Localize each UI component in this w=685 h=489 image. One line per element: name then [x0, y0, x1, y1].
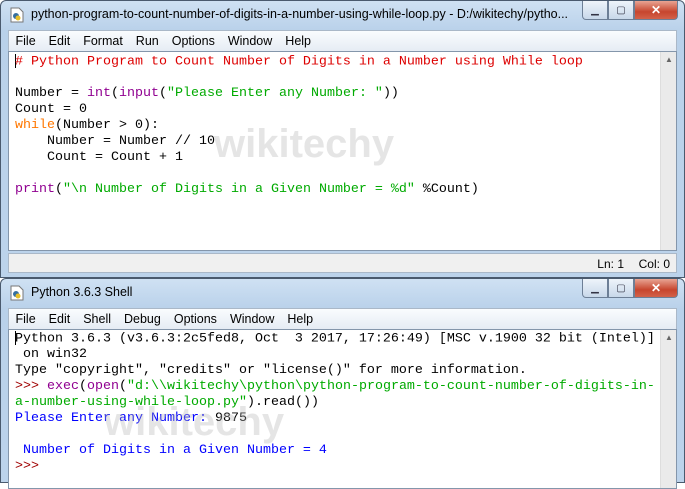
scroll-up-icon[interactable]: ▲	[661, 52, 676, 68]
menu-format[interactable]: Format	[77, 34, 130, 48]
code-token: Python 3.6.3 (v3.6.3:2c5fed8, Oct 3 2017…	[15, 331, 655, 347]
editor-title: python-program-to-count-number-of-digits…	[31, 7, 569, 21]
code-line: Number of Digits in a Given Number = 4	[15, 443, 655, 459]
code-token: (	[158, 86, 167, 101]
menu-shell[interactable]: Shell	[77, 312, 118, 326]
code-token: ))	[382, 86, 399, 101]
status-bar: Ln: 1 Col: 0	[8, 253, 677, 273]
code-token: "Please Enter any Number: "	[166, 86, 383, 101]
code-token: Number = Number // 10	[15, 134, 215, 149]
editor-window: python-program-to-count-number-of-digits…	[0, 0, 685, 278]
column-number: Col: 0	[638, 257, 670, 271]
editor-titlebar[interactable]: python-program-to-count-number-of-digits…	[1, 1, 684, 29]
maximize-button[interactable]: ▢	[608, 279, 634, 298]
menu-run[interactable]: Run	[129, 34, 165, 48]
menu-help[interactable]: Help	[281, 312, 320, 326]
code-line: >>>	[15, 459, 655, 475]
menu-file[interactable]: File	[9, 34, 42, 48]
code-line: Count = 0	[15, 102, 583, 118]
code-token: %Count)	[414, 182, 479, 197]
code-token: (	[119, 379, 127, 394]
scroll-up-icon[interactable]: ▲	[661, 330, 676, 346]
menu-options[interactable]: Options	[165, 34, 221, 48]
code-line: print("\n Number of Digits in a Given Nu…	[15, 182, 583, 198]
shell-text-area[interactable]: Python 3.6.3 (v3.6.3:2c5fed8, Oct 3 2017…	[8, 329, 677, 489]
python-shell-icon	[10, 285, 24, 301]
code-token: Count = Count + 1	[15, 150, 183, 165]
editor-menubar: File Edit Format Run Options Window Help	[8, 30, 677, 51]
menu-file[interactable]: File	[9, 312, 42, 326]
code-token: (	[55, 182, 63, 197]
close-button[interactable]: ✕	[634, 1, 678, 20]
code-line: # Python Program to Count Number of Digi…	[15, 54, 583, 70]
shell-menubar: File Edit Shell Debug Options Window Help	[8, 308, 677, 329]
line-number: Ln: 1	[597, 257, 624, 271]
code-token: "d:\\wikitechy\python\python-program-to-…	[127, 379, 655, 394]
watermark: wikitechy	[104, 400, 285, 444]
code-token: input	[118, 86, 159, 101]
code-token: "\n Number of Digits in a Given Number =…	[63, 182, 415, 197]
code-token: (	[79, 379, 87, 394]
code-token: Number =	[15, 86, 87, 101]
editor-scrollbar[interactable]: ▲	[660, 52, 676, 250]
code-token: print	[15, 182, 55, 197]
code-token: on win32	[15, 347, 87, 362]
minimize-button[interactable]: ▁	[582, 279, 608, 298]
shell-title: Python 3.6.3 Shell	[31, 285, 133, 299]
editor-text-area[interactable]: # Python Program to Count Number of Digi…	[8, 51, 677, 251]
shell-titlebar[interactable]: Python 3.6.3 Shell ▁ ▢ ✕	[1, 279, 684, 307]
code-token: Count = 0	[15, 102, 87, 117]
menu-edit[interactable]: Edit	[42, 312, 77, 326]
code-token: (Number > 0):	[55, 118, 159, 133]
code-line: Type "copyright", "credits" or "license(…	[15, 363, 655, 379]
code-token: Type "copyright", "credits" or "license(…	[15, 363, 527, 378]
code-token: exec	[47, 379, 79, 394]
shell-window: Python 3.6.3 Shell ▁ ▢ ✕ File Edit Shell De…	[0, 278, 685, 489]
code-token: open	[87, 379, 119, 394]
code-line: on win32	[15, 347, 655, 363]
python-file-icon	[10, 7, 24, 23]
code-token: >>>	[15, 379, 47, 394]
code-token: while	[15, 118, 55, 133]
menu-help[interactable]: Help	[279, 34, 318, 48]
code-token: Number of Digits in a Given Number = 4	[15, 443, 327, 458]
close-button[interactable]: ✕	[634, 279, 678, 298]
code-token: # Python Program to Count Number of Digi…	[15, 54, 583, 70]
code-token: >>>	[15, 459, 47, 474]
minimize-button[interactable]: ▁	[582, 1, 608, 20]
code-line: Python 3.6.3 (v3.6.3:2c5fed8, Oct 3 2017…	[15, 331, 655, 347]
code-line: Number = int(input("Please Enter any Num…	[15, 86, 583, 102]
shell-scrollbar[interactable]: ▲	[660, 330, 676, 488]
code-line: >>> exec(open("d:\\wikitechy\python\pyth…	[15, 379, 655, 395]
watermark: wikitechy	[214, 122, 395, 166]
code-token: int	[86, 86, 111, 101]
menu-options[interactable]: Options	[167, 312, 223, 326]
menu-debug[interactable]: Debug	[118, 312, 168, 326]
menu-window[interactable]: Window	[223, 312, 280, 326]
code-token: (	[110, 86, 119, 101]
menu-edit[interactable]: Edit	[42, 34, 77, 48]
menu-window[interactable]: Window	[221, 34, 278, 48]
maximize-button[interactable]: ▢	[608, 1, 634, 20]
